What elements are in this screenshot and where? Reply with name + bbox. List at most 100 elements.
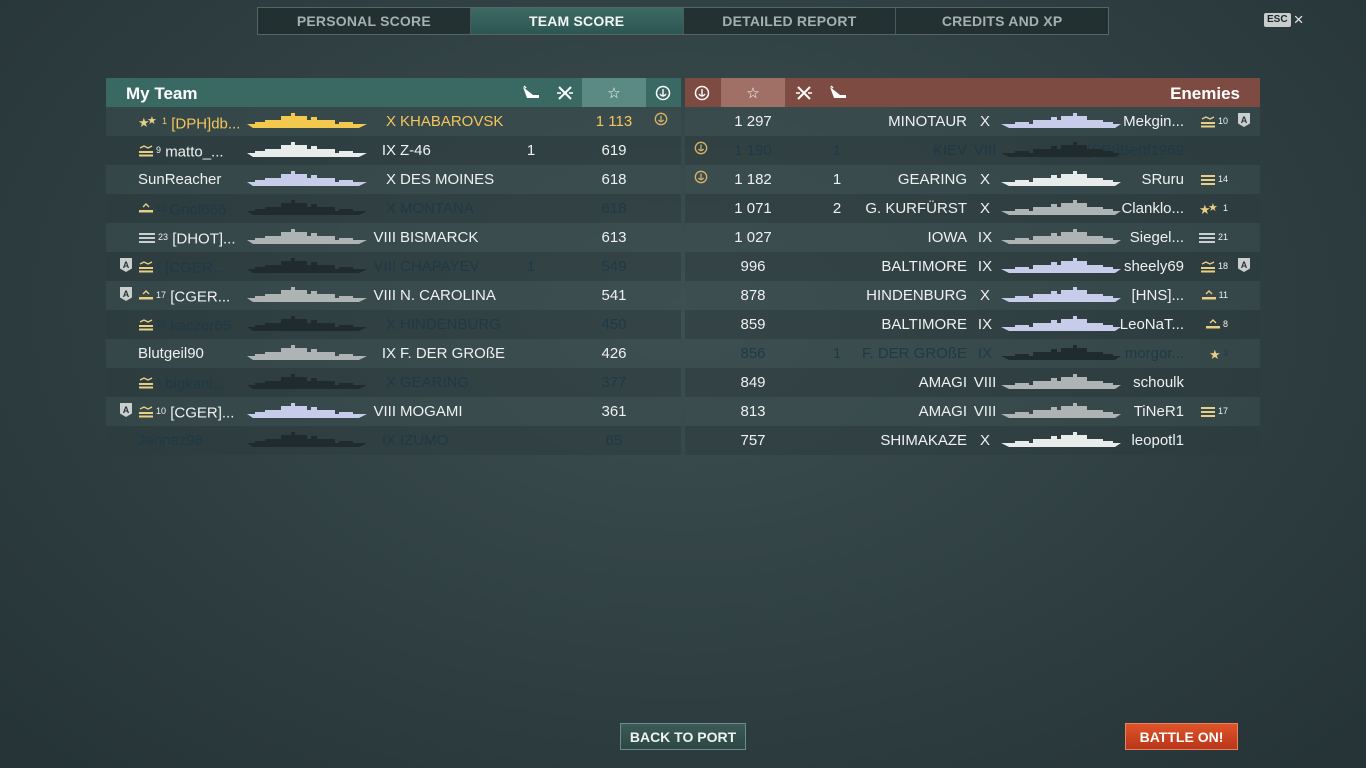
- player-name[interactable]: [CGER]...: [170, 405, 234, 422]
- player-row[interactable]: 11 Gnol666 X MONTANA 618: [106, 194, 681, 223]
- ship-silhouette-icon: [247, 199, 367, 221]
- svg-text:★: ★: [147, 115, 157, 127]
- ship-name: BALTIMORE: [881, 316, 967, 333]
- player-name[interactable]: Mekgin...: [1123, 113, 1184, 130]
- rank-insignia-icon: 9: [138, 258, 161, 275]
- player-row[interactable]: morgor... ★ 3 IX F. DER GROßE 1 856: [685, 339, 1260, 368]
- player-row[interactable]: A 17 [CGER... VIII N. CAROLINA 541: [106, 281, 681, 310]
- tab-detailed-report[interactable]: DETAILED REPORT: [684, 8, 897, 34]
- ship-silhouette-icon: [1001, 286, 1121, 308]
- rank-number: 18: [1217, 261, 1228, 271]
- rank-number: 10: [156, 319, 167, 329]
- player-name[interactable]: sheely69: [1124, 258, 1184, 275]
- back-to-port-button[interactable]: BACK TO PORT: [620, 723, 746, 750]
- player-row[interactable]: A 10 [CGER]... VIII MOGAMI 361: [106, 397, 681, 426]
- player-name[interactable]: kaczor65: [170, 318, 231, 335]
- kills-count: 2: [832, 200, 842, 217]
- ship-name: BISMARCK: [400, 229, 479, 246]
- esc-close-button[interactable]: ESC ×: [1264, 11, 1304, 28]
- ship-name: AMAGI: [918, 403, 967, 420]
- player-name[interactable]: leopotl1: [1131, 432, 1184, 449]
- torpedo-icon[interactable]: [821, 78, 855, 107]
- player-row[interactable]: schoulk VIII AMAGI 849: [685, 368, 1260, 397]
- ship-tier: X: [385, 113, 396, 130]
- player-row[interactable]: 9 matto_... IX Z-46 1 619: [106, 136, 681, 165]
- kills-count: 1: [832, 345, 842, 362]
- star-icon[interactable]: ☆: [582, 78, 646, 107]
- ship-name: MOGAMI: [400, 403, 463, 420]
- player-name[interactable]: [HNS]...: [1131, 287, 1184, 304]
- player-name[interactable]: matto_...: [165, 144, 223, 161]
- planes-icon[interactable]: [787, 78, 821, 107]
- ship-tier: IX: [381, 345, 396, 362]
- ship-tier: X: [979, 113, 990, 130]
- ship-name: IZUMO: [400, 432, 449, 449]
- player-row[interactable]: ★ ★ 1 [DPH]db... X KHABAROVSK 1 113: [106, 107, 681, 136]
- battle-on-button[interactable]: BATTLE ON!: [1125, 723, 1238, 750]
- ship-silhouette-icon: [247, 431, 367, 453]
- ship-tier: VIII: [373, 403, 396, 420]
- medal-icon[interactable]: [685, 78, 719, 107]
- player-name[interactable]: Blutgeil90: [138, 345, 204, 362]
- enemies-title: Enemies: [1170, 84, 1240, 103]
- player-row[interactable]: [HNS]... 11 X HINDENBURG 878: [685, 281, 1260, 310]
- player-row[interactable]: A 9 [CGER... VIII CHAPAYEV 1 549: [106, 252, 681, 281]
- player-name[interactable]: LeoNaT...: [1120, 316, 1184, 333]
- ship-name: Z-46: [400, 142, 431, 159]
- ship-silhouette-icon: [247, 257, 367, 279]
- ship-tier: X: [979, 200, 990, 217]
- division-badge-icon: A: [120, 258, 132, 272]
- player-row[interactable]: TiNeR1 17 VIII AMAGI 813: [685, 397, 1260, 426]
- player-name[interactable]: SRuru: [1141, 171, 1184, 188]
- player-name-group: Jannez98: [138, 432, 203, 449]
- division-badge-icon: A: [120, 403, 132, 417]
- ship-silhouette-icon: [1001, 257, 1121, 279]
- player-name[interactable]: [CGER...: [170, 289, 230, 306]
- player-row[interactable]: 10 kaczor65 X HINDENBURG 450: [106, 310, 681, 339]
- planes-icon[interactable]: [548, 78, 582, 107]
- player-name[interactable]: morgor...: [1125, 345, 1184, 362]
- player-row[interactable]: A Mekgin... 10 X MINOTAUR 1 297: [685, 107, 1260, 136]
- player-row[interactable]: LeoNaT... 8 IX BALTIMORE 859: [685, 310, 1260, 339]
- tab-team-score[interactable]: TEAM SCORE: [470, 8, 684, 34]
- medal-icon[interactable]: [646, 78, 680, 107]
- player-row[interactable]: 23 [DHOT]... VIII BISMARCK 613: [106, 223, 681, 252]
- player-row[interactable]: Siegel... 21 IX IOWA 1 027: [685, 223, 1260, 252]
- division-badge-icon: A: [1238, 258, 1250, 272]
- player-row[interactable]: [SBI]Bertl1969 VIII KIEV 1 1 190: [685, 136, 1260, 165]
- player-name[interactable]: TiNeR1: [1134, 403, 1184, 420]
- ship-name: HINDENBURG: [400, 316, 501, 333]
- tab-personal-score[interactable]: PERSONAL SCORE: [258, 8, 471, 34]
- player-row[interactable]: leopotl1 X SHIMAKAZE 757: [685, 426, 1260, 455]
- base-xp-score: 541: [601, 287, 627, 304]
- rank-insignia-icon: 11: [138, 200, 165, 217]
- player-row[interactable]: Clanklo... ★ ★ 1 X G. KURFÜRST 2 1 071: [685, 194, 1260, 223]
- torpedo-icon[interactable]: [514, 78, 548, 107]
- rank-insignia-icon: 17: [1200, 403, 1228, 420]
- player-name[interactable]: [CGER...: [165, 260, 225, 277]
- ship-tier: IX: [381, 142, 396, 159]
- player-name[interactable]: Siegel...: [1130, 229, 1184, 246]
- medal-icon: [694, 170, 708, 184]
- close-icon[interactable]: ×: [1294, 11, 1304, 28]
- rank-number: 8: [1222, 319, 1228, 329]
- player-name[interactable]: schoulk: [1133, 374, 1184, 391]
- player-row[interactable]: SunReacher X DES MOINES 618: [106, 165, 681, 194]
- player-row[interactable]: 9 bigkani... X GEARING 377: [106, 368, 681, 397]
- player-name[interactable]: Jannez98: [138, 432, 203, 449]
- player-row[interactable]: SRuru 14 X GEARING 1 1 182: [685, 165, 1260, 194]
- player-name[interactable]: [DHOT]...: [172, 231, 235, 248]
- star-icon[interactable]: ☆: [721, 78, 785, 107]
- player-row[interactable]: Jannez98 IX IZUMO 65: [106, 426, 681, 455]
- player-row[interactable]: Asheely69 18 IX BALTIMORE 996: [685, 252, 1260, 281]
- player-row[interactable]: Blutgeil90 IX F. DER GROßE 426: [106, 339, 681, 368]
- player-name[interactable]: Gnol666: [170, 202, 227, 219]
- player-name[interactable]: bigkani...: [165, 376, 225, 393]
- ship-name: BALTIMORE: [881, 258, 967, 275]
- rank-number: 1: [162, 116, 168, 126]
- ship-name: KHABAROVSK: [400, 113, 504, 130]
- player-name[interactable]: Clanklo...: [1121, 200, 1184, 217]
- player-name[interactable]: SunReacher: [138, 171, 221, 188]
- player-name[interactable]: [DPH]db...: [171, 116, 240, 133]
- tab-credits-and-xp[interactable]: CREDITS AND XP: [896, 8, 1108, 34]
